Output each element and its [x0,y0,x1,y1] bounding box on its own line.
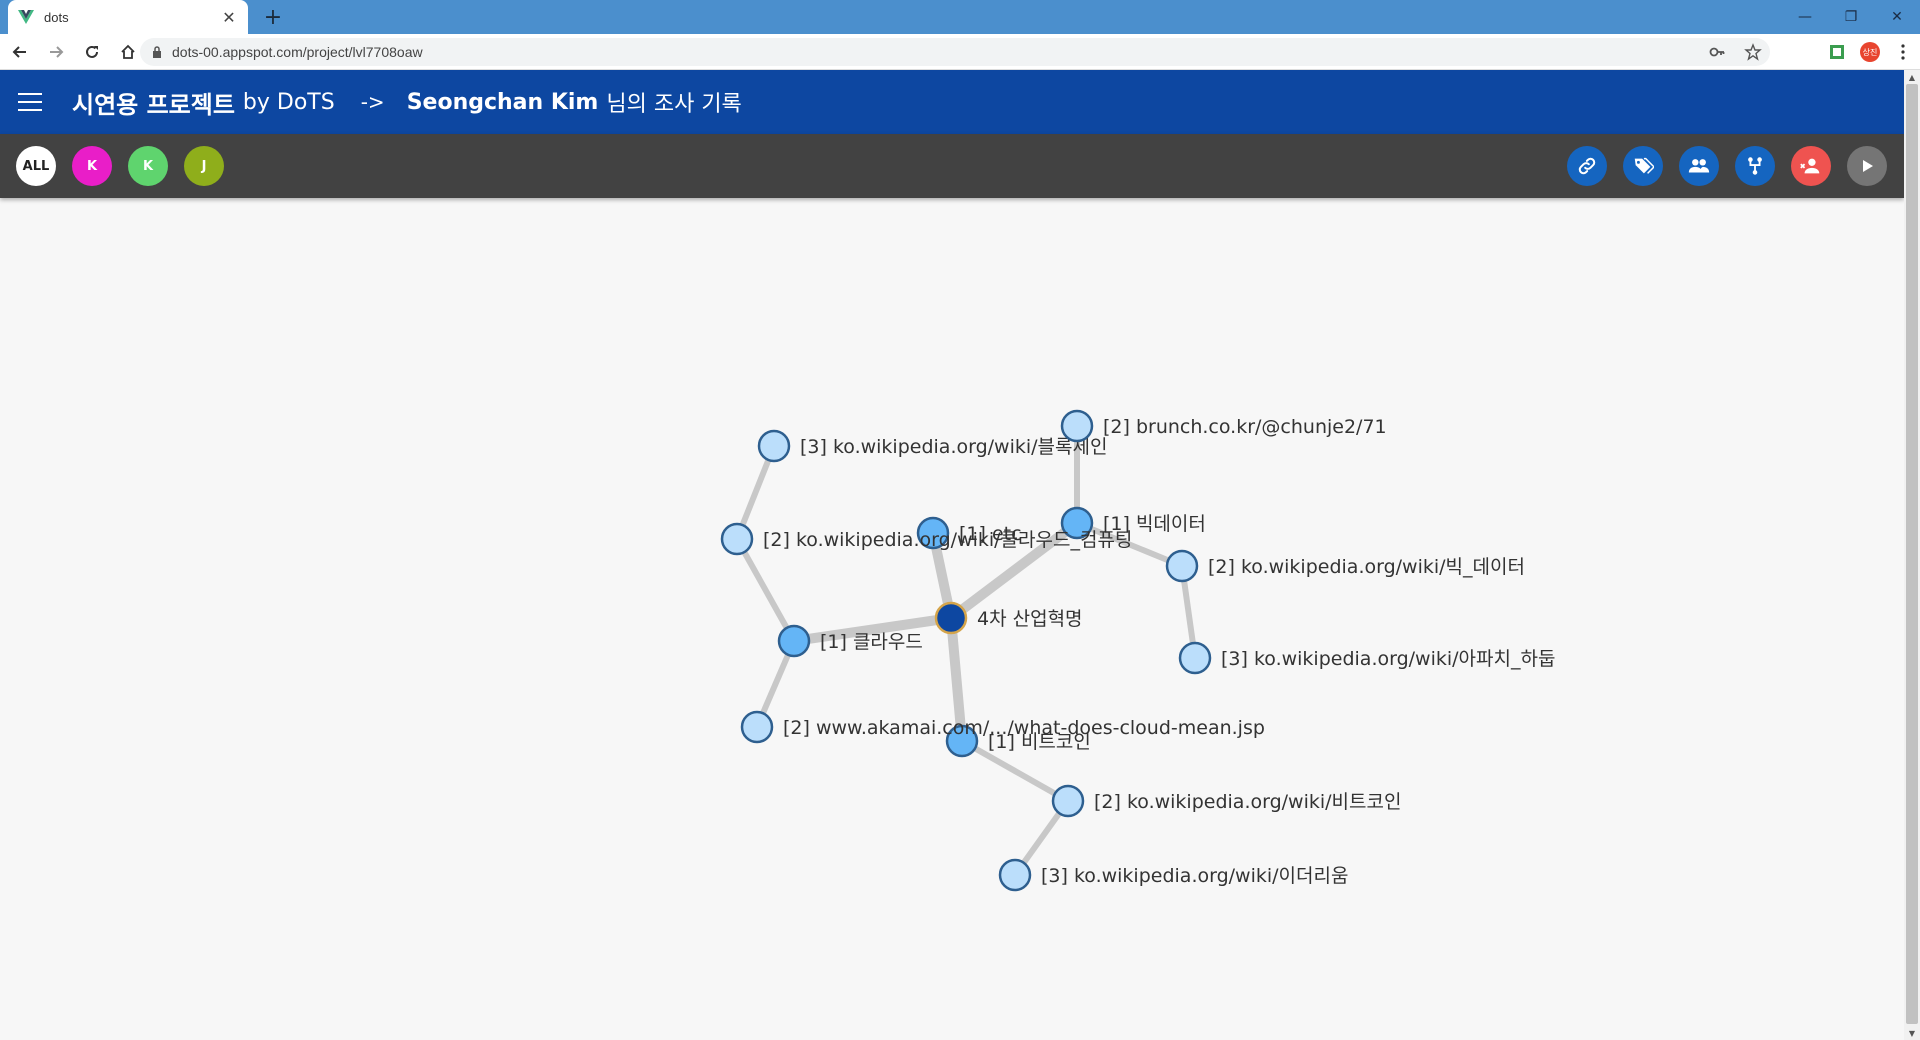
address-bar[interactable]: dots-00.appspot.com/project/lvl7708oaw [140,38,1770,66]
url-text: dots-00.appspot.com/project/lvl7708oaw [172,44,423,60]
graph-node-circle[interactable] [720,522,754,556]
graph-node-hadoop[interactable]: [3] ko.wikipedia.org/wiki/아파치_하둡 [1178,641,1555,675]
play-button[interactable] [1847,146,1887,186]
graph-node-label: [2] ko.wikipedia.org/wiki/클라우드_컴퓨팅 [763,529,1132,551]
graph-node-brunch[interactable]: [2] brunch.co.kr/@chunje2/71 [1060,409,1387,443]
graph-node-circle[interactable] [757,429,791,463]
title-arrow: -> [360,90,385,114]
window-controls: — ❐ ✕ [1782,0,1920,34]
filter-chip-user-k2[interactable]: K [128,146,168,186]
graph-node-bitcoin_wiki[interactable]: [2] ko.wikipedia.org/wiki/비트코인 [1051,784,1401,818]
remove-user-button[interactable] [1791,146,1831,186]
graph-node-cloud_wiki[interactable]: [2] ko.wikipedia.org/wiki/클라우드_컴퓨팅 [720,522,1132,556]
scroll-up-icon[interactable]: ▲ [1904,70,1920,84]
research-graph[interactable]: 4차 산업혁명[1] 클라우드[1] etc [1] 빅데이터[1] 비트코인[2… [0,198,1904,1040]
scroll-thumb[interactable] [1906,84,1918,1024]
hamburger-menu-icon[interactable] [18,93,42,111]
brand-label: by DoTS [242,89,335,115]
graph-edge-cloud-cloud_wiki [734,537,797,643]
graph-node-label: [1] 클라우드 [820,631,923,653]
close-window-icon[interactable]: ✕ [1874,0,1920,34]
graph-node-bigdata_wiki[interactable]: [2] ko.wikipedia.org/wiki/빅_데이터 [1165,549,1525,583]
graph-node-circle[interactable] [1060,409,1094,443]
filter-chip-user-k1[interactable]: K [72,146,112,186]
vue-favicon-icon [18,9,34,25]
page-scrollbar[interactable]: ▲ ▼ [1904,70,1920,1040]
remove-user-icon [1800,158,1820,174]
browser-tab[interactable]: dots ✕ [8,0,248,34]
app-header: 시연용 프로젝트 by DoTS -> Seongchan Kim 님의 조사 … [0,70,1904,134]
back-icon[interactable] [4,36,36,68]
project-title: 시연용 프로젝트 [72,90,235,119]
graph-node-circle[interactable] [1051,784,1085,818]
tab-close-icon[interactable]: ✕ [220,8,238,27]
group-icon [1688,159,1710,173]
graph-node-ethereum[interactable]: [3] ko.wikipedia.org/wiki/이더리움 [998,858,1348,892]
graph-node-label: [2] brunch.co.kr/@chunje2/71 [1103,416,1387,438]
new-tab-icon[interactable]: + [260,4,286,30]
link-icon [1578,157,1596,175]
profile-avatar[interactable]: 상진 [1860,42,1880,62]
menu-dots-icon[interactable] [1894,43,1912,61]
title-suffix: 님의 조사 기록 [606,92,742,117]
graph-node-circle[interactable] [934,601,968,635]
tree-icon [1748,157,1762,175]
graph-node-circle[interactable] [1165,549,1199,583]
graph-node-label: [2] www.akamai.com/.../what-does-cloud-m… [783,717,1265,739]
lock-icon [153,46,161,58]
browser-toolbar: dots-00.appspot.com/project/lvl7708oaw 상… [0,34,1920,70]
play-icon [1863,160,1873,172]
star-icon[interactable] [1744,43,1762,61]
reload-icon[interactable] [76,36,108,68]
filter-chip-all[interactable]: ALL [16,146,56,186]
filter-chip-user-j[interactable]: J [184,146,224,186]
graph-node-label: 4차 산업혁명 [977,608,1083,630]
graph-nodes: 4차 산업혁명[1] 클라우드[1] etc [1] 빅데이터[1] 비트코인[2… [720,409,1555,892]
graph-node-circle[interactable] [740,710,774,744]
browser-tabstrip: dots ✕ + — ❐ ✕ [0,0,1920,34]
link-button[interactable] [1567,146,1607,186]
graph-node-circle[interactable] [998,858,1032,892]
graph-node-label: [3] ko.wikipedia.org/wiki/블록체인 [800,436,1107,458]
restore-icon[interactable]: ❐ [1828,0,1874,34]
tags-icon [1634,157,1654,174]
user-name: Seongchan Kim [406,89,599,115]
forward-icon[interactable] [40,36,72,68]
graph-node-circle[interactable] [1178,641,1212,675]
graph-node-root[interactable]: 4차 산업혁명 [934,601,1083,635]
graph-node-circle[interactable] [777,624,811,658]
graph-node-label: [2] ko.wikipedia.org/wiki/비트코인 [1094,791,1401,813]
key-icon[interactable] [1708,43,1726,61]
minimize-icon[interactable]: — [1782,0,1828,34]
graph-node-cloud[interactable]: [1] 클라우드 [777,624,923,658]
graph-node-akamai[interactable]: [2] www.akamai.com/.../what-does-cloud-m… [740,710,1265,744]
tab-title: dots [44,9,69,25]
graph-node-label: [3] ko.wikipedia.org/wiki/이더리움 [1041,865,1348,887]
tree-button[interactable] [1735,146,1775,186]
graph-node-label: [2] ko.wikipedia.org/wiki/빅_데이터 [1208,556,1525,578]
group-button[interactable] [1679,146,1719,186]
graph-node-blockchain[interactable]: [3] ko.wikipedia.org/wiki/블록체인 [757,429,1107,463]
filter-bar: ALL K K J [0,134,1904,198]
extension-icon[interactable] [1828,43,1846,61]
graph-node-label: [3] ko.wikipedia.org/wiki/아파치_하둡 [1221,648,1555,670]
tags-button[interactable] [1623,146,1663,186]
scroll-down-icon[interactable]: ▼ [1904,1026,1920,1040]
